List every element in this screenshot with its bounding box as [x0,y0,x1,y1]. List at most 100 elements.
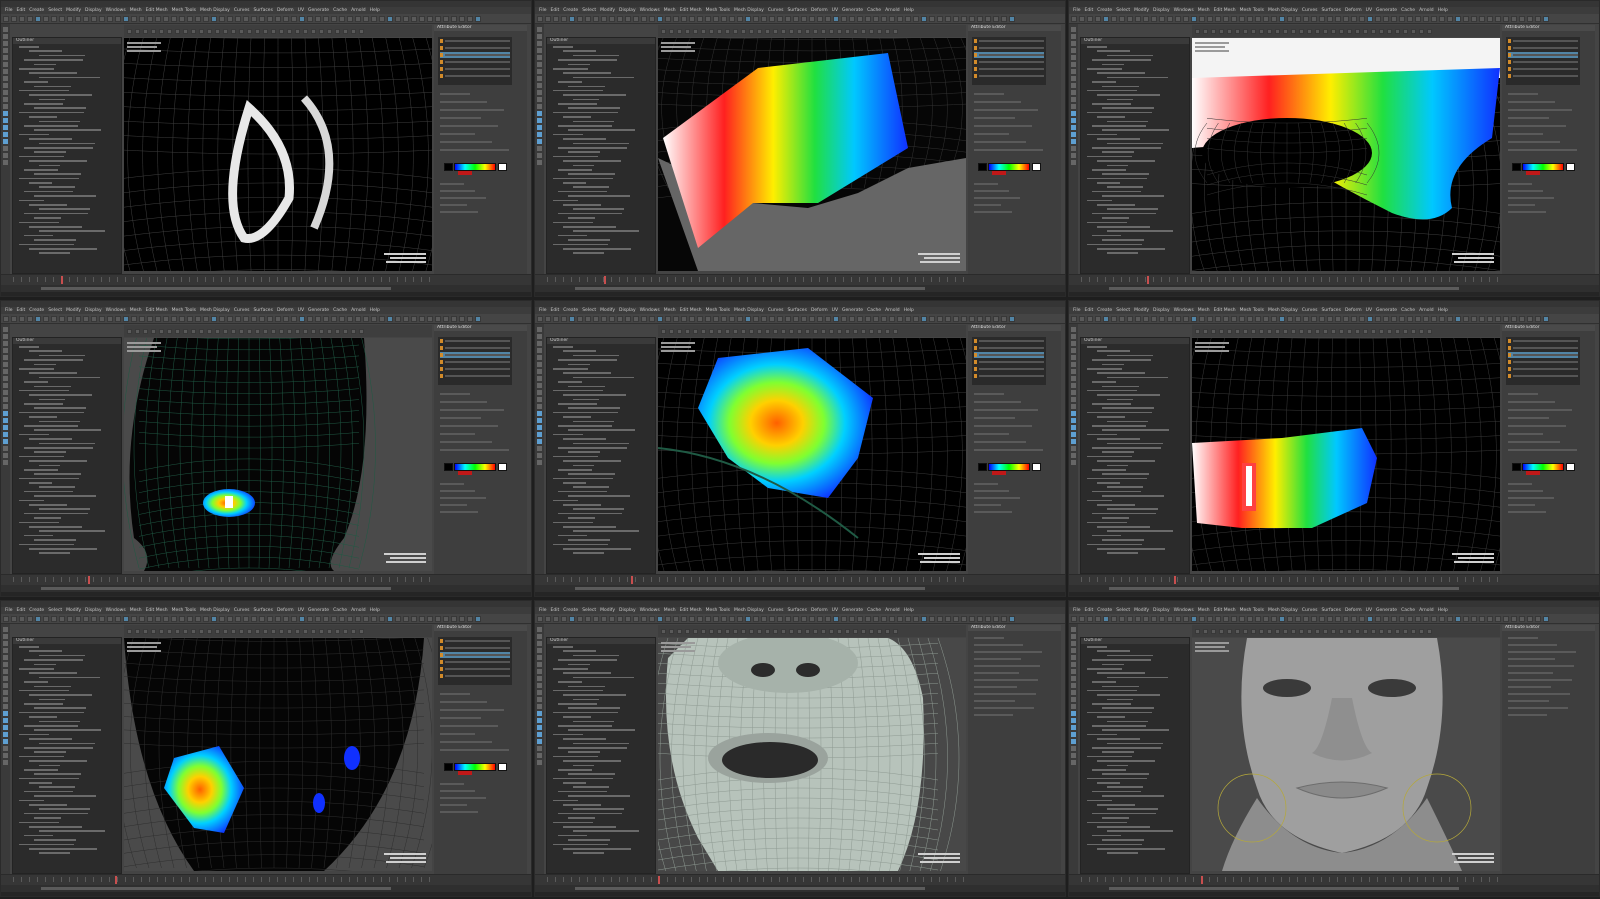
outliner-row[interactable] [13,419,121,423]
influence-item[interactable] [440,652,510,658]
outliner-row[interactable] [547,825,655,829]
outliner-row[interactable] [13,80,121,84]
toolbar-button[interactable] [769,315,775,322]
outliner-row[interactable] [1081,851,1189,855]
menu-item[interactable]: Mesh Tools [1240,608,1264,613]
viewport-tool-button[interactable] [159,28,164,34]
viewport-tool-button[interactable] [183,328,188,334]
viewport-tool-button[interactable] [813,628,818,634]
toolbar-button[interactable] [1527,15,1533,22]
outliner-row[interactable] [13,194,121,198]
toolbar-button[interactable] [585,15,591,22]
outliner-row[interactable] [13,168,121,172]
outliner-row[interactable] [1081,724,1189,728]
menu-item[interactable]: Deform [811,8,828,13]
outliner-row[interactable] [547,419,655,423]
viewport-tool-button[interactable] [757,28,762,34]
outliner-row[interactable] [547,676,655,680]
attribute-field[interactable] [974,441,1026,443]
viewport-tool-button[interactable] [733,328,738,334]
toolbar-button[interactable] [131,15,137,22]
toolbar-button[interactable] [697,315,703,322]
toolbar-button[interactable] [1359,15,1365,22]
toolbar-button[interactable] [1471,15,1477,22]
outliner-row[interactable] [1081,741,1189,745]
outliner-row[interactable] [1081,847,1189,851]
outliner-row[interactable] [13,106,121,110]
influence-item[interactable] [1508,73,1578,79]
tool-icon[interactable] [537,34,542,39]
outliner-row[interactable] [13,220,121,224]
outliner-row[interactable] [1081,671,1189,675]
toolbar-button[interactable] [713,315,719,322]
menu-item[interactable]: Modify [600,8,615,13]
tool-icon[interactable] [3,676,8,681]
outliner-row[interactable] [13,768,121,772]
ramp-min-swatch[interactable] [1512,463,1521,471]
tool-icon[interactable] [537,648,542,653]
toolbar-button[interactable] [1279,315,1285,322]
viewport-3d[interactable] [1192,338,1500,571]
menu-item[interactable]: Display [85,608,102,613]
toolbar-button[interactable] [1375,615,1381,622]
outliner-row[interactable] [1081,212,1189,216]
menu-item[interactable]: Generate [842,8,863,13]
toolbar-button[interactable] [11,315,17,322]
toolbar-button[interactable] [777,15,783,22]
color-ramp[interactable] [988,463,1030,471]
menu-item[interactable]: File [1073,308,1081,313]
tool-icon[interactable] [1071,718,1076,723]
menu-item[interactable]: Surfaces [253,308,273,313]
viewport-tool-button[interactable] [1195,328,1200,334]
viewport-tool-button[interactable] [1379,628,1384,634]
toolbar-button[interactable] [1255,15,1261,22]
outliner-row[interactable] [1081,534,1189,538]
tool-icon[interactable] [537,641,542,646]
viewport-tool-button[interactable] [837,28,842,34]
toolbar-button[interactable] [1255,615,1261,622]
tool-icon[interactable] [1071,362,1076,367]
outliner-row[interactable] [1081,62,1189,66]
viewport-tool-button[interactable] [1411,28,1416,34]
range-slider[interactable] [535,585,1065,592]
viewport-tool-button[interactable] [1235,628,1240,634]
toolbar-button[interactable] [1151,15,1157,22]
attribute-field[interactable] [440,117,481,119]
outliner-row[interactable] [13,490,121,494]
toolbar-button[interactable] [1247,315,1253,322]
tool-icon[interactable] [3,369,8,374]
attribute-field[interactable] [1508,686,1551,688]
viewport-tool-button[interactable] [239,328,244,334]
attribute-field[interactable] [974,665,1040,667]
outliner-row[interactable] [13,842,121,846]
menu-item[interactable]: Deform [1345,608,1362,613]
toolbar-button[interactable] [315,615,321,622]
toolbar-button[interactable] [729,315,735,322]
menu-item[interactable]: Mesh Tools [706,8,730,13]
toolbar-button[interactable] [977,615,983,622]
attribute-field[interactable] [974,109,1038,111]
influence-item[interactable] [440,66,510,72]
toolbar-button[interactable] [1543,615,1549,622]
outliner-row[interactable] [547,203,655,207]
viewport-3d[interactable] [658,338,966,571]
toolbar-button[interactable] [937,315,943,322]
toolbar-button[interactable] [577,315,583,322]
toolbar-button[interactable] [1009,315,1015,322]
ramp-max-swatch[interactable] [498,763,507,771]
outliner-row[interactable] [13,750,121,754]
toolbar-button[interactable] [849,315,855,322]
tool-icon[interactable] [3,348,8,353]
tool-icon[interactable] [537,376,542,381]
outliner-row[interactable] [1081,645,1189,649]
attribute-field[interactable] [974,497,1020,499]
toolbar-button[interactable] [1495,15,1501,22]
menu-item[interactable]: Edit [1085,308,1094,313]
outliner-row[interactable] [13,485,121,489]
outliner-row[interactable] [547,485,655,489]
outliner-row[interactable] [1081,485,1189,489]
menu-item[interactable]: Display [85,8,102,13]
outliner-row[interactable] [13,790,121,794]
menu-item[interactable]: Arnold [885,308,900,313]
viewport-tool-button[interactable] [1211,628,1216,634]
